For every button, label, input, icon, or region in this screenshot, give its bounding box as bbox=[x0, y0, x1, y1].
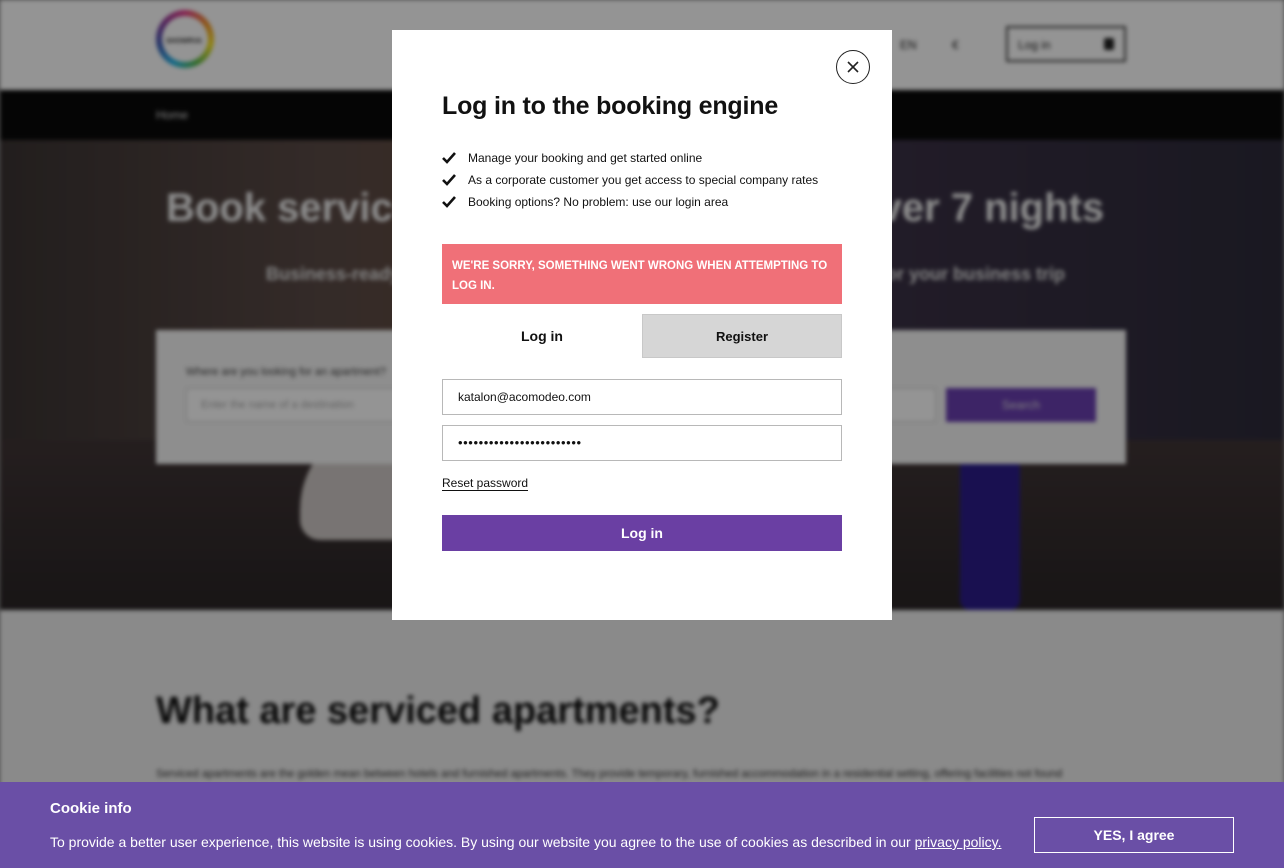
cookie-text: To provide a better user experience, thi… bbox=[50, 834, 1001, 850]
benefit-item: Manage your booking and get started onli… bbox=[442, 150, 818, 172]
checkmark-icon bbox=[442, 196, 456, 208]
cookie-message: To provide a better user experience, thi… bbox=[50, 834, 915, 850]
tab-register[interactable]: Register bbox=[642, 314, 842, 358]
benefit-text: As a corporate customer you get access t… bbox=[468, 173, 819, 187]
modal-title: Log in to the booking engine bbox=[442, 92, 779, 120]
checkmark-icon bbox=[442, 152, 456, 164]
benefit-text: Booking options? No problem: use our log… bbox=[468, 195, 729, 209]
checkmark-icon bbox=[442, 174, 456, 186]
login-submit-button[interactable]: Log in bbox=[442, 515, 842, 551]
login-modal: Log in to the booking engine Manage your… bbox=[392, 30, 892, 620]
privacy-policy-link[interactable]: privacy policy. bbox=[915, 834, 1002, 850]
tab-login[interactable]: Log in bbox=[442, 314, 642, 358]
close-button[interactable] bbox=[836, 50, 870, 84]
error-message: WE'RE SORRY, SOMETHING WENT WRONG WHEN A… bbox=[442, 244, 842, 304]
close-icon bbox=[847, 61, 859, 73]
reset-password-link[interactable]: Reset password bbox=[442, 476, 529, 491]
password-field[interactable]: •••••••••••••••••••••••• bbox=[442, 425, 842, 461]
benefit-text: Manage your booking and get started onli… bbox=[468, 151, 703, 165]
cookie-banner: Cookie info To provide a better user exp… bbox=[0, 782, 1284, 868]
cookie-title: Cookie info bbox=[50, 800, 132, 817]
benefit-item: Booking options? No problem: use our log… bbox=[442, 194, 818, 216]
email-field[interactable]: katalon@acomodeo.com bbox=[442, 379, 842, 415]
accept-cookies-button[interactable]: YES, I agree bbox=[1034, 817, 1234, 853]
benefit-item: As a corporate customer you get access t… bbox=[442, 172, 818, 194]
benefits-list: Manage your booking and get started onli… bbox=[442, 150, 818, 216]
